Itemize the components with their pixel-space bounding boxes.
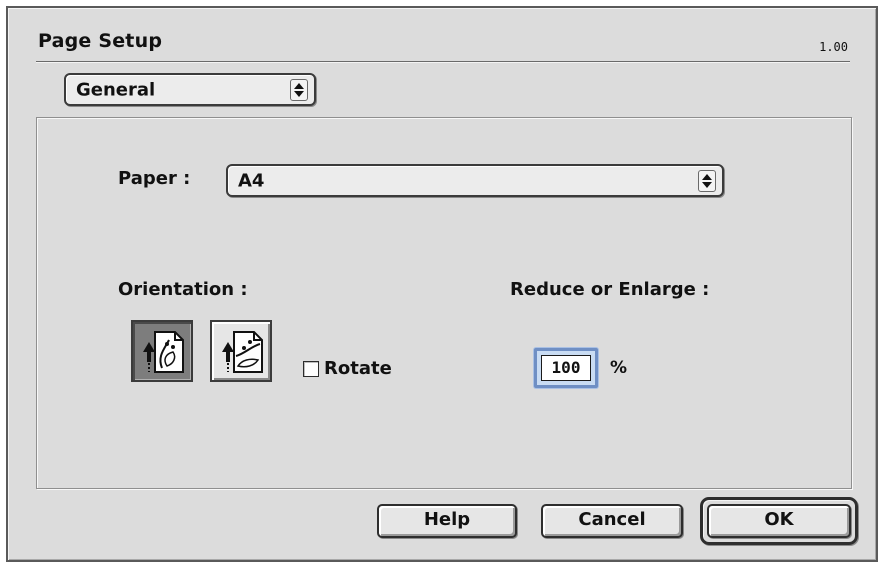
portrait-orientation-icon [143, 331, 184, 373]
scale-percent-input[interactable]: 100 [541, 355, 591, 381]
category-popup[interactable]: General [64, 73, 316, 106]
cancel-button[interactable]: Cancel [541, 504, 683, 538]
landscape-orientation-icon [222, 331, 263, 373]
category-popup-value: General [76, 79, 156, 100]
rotate-label[interactable]: Rotate [324, 358, 392, 379]
paper-size-value: A4 [238, 170, 265, 191]
help-button[interactable]: Help [377, 504, 517, 538]
dialog-title: Page Setup [38, 30, 163, 52]
title-divider [36, 61, 850, 63]
orientation-label: Orientation : [118, 279, 248, 300]
reduce-enlarge-label: Reduce or Enlarge : [510, 279, 710, 300]
up-down-arrows-icon [290, 78, 308, 101]
version-label: 1.00 [819, 40, 848, 54]
portrait-orientation-button[interactable] [131, 320, 193, 382]
paper-label: Paper : [118, 168, 191, 189]
scale-input-focus-ring: 100 [534, 348, 598, 388]
ok-button[interactable]: OK [707, 504, 851, 538]
percent-unit-label: % [610, 358, 628, 378]
up-down-arrows-icon [698, 169, 716, 192]
landscape-orientation-button[interactable] [210, 320, 272, 382]
rotate-checkbox[interactable] [303, 361, 319, 377]
paper-size-popup[interactable]: A4 [226, 164, 724, 197]
